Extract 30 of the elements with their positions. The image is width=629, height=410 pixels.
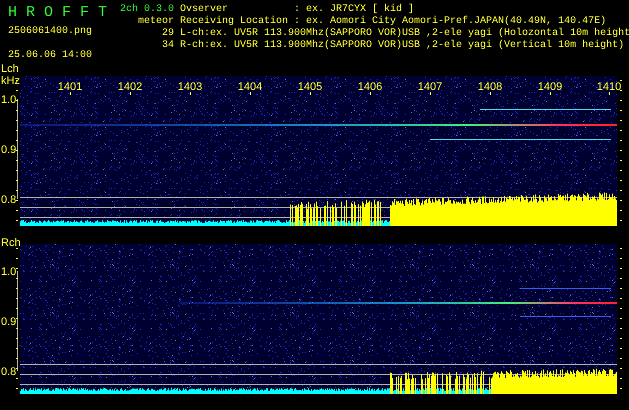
meteor-count: 29 bbox=[162, 28, 174, 40]
time-label: 1404 bbox=[238, 81, 262, 93]
channel-label: Rch bbox=[1, 237, 21, 249]
frequency-label: 1.0 bbox=[1, 266, 16, 278]
date-time: 25.06.06 14:00 bbox=[8, 50, 94, 62]
time-label: 1402 bbox=[118, 81, 142, 93]
info-line: L-ch:ex. UV5R 113.900Mhz(SAPPORO VOR)USB ,2-ele yagi (Holozontal 10m height bbox=[180, 28, 629, 40]
channel-label: Lch bbox=[1, 63, 19, 75]
time-label: 1403 bbox=[178, 81, 202, 93]
version-label: 2ch 0.3.0 bbox=[120, 4, 174, 16]
time-label: 1410 bbox=[596, 81, 622, 93]
frequency-label: 0.9 bbox=[1, 316, 16, 328]
meteor-label: meteor bbox=[138, 16, 174, 28]
file-name: 2506061400.png bbox=[8, 26, 94, 38]
info-line: Ovserver : ex. JR7CYX [ kid ] bbox=[180, 4, 416, 16]
app-title: H R O F F T bbox=[8, 4, 108, 22]
time-label: 1406 bbox=[358, 81, 382, 93]
info-line: R-ch:ex. UV5R 113.900Mhz(SAPPORO VOR)USB ,2-ele yagi (Vertical 10m height) bbox=[180, 40, 626, 52]
frequency-label: 0.9 bbox=[1, 144, 16, 156]
time-label: 1407 bbox=[418, 81, 442, 93]
time-label: 1409 bbox=[538, 81, 562, 93]
frequency-label: 0.8 bbox=[1, 366, 16, 378]
frequency-label: 0.8 bbox=[1, 194, 16, 206]
time-label: 1408 bbox=[478, 81, 502, 93]
meteor-count: 34 bbox=[162, 40, 174, 52]
frequency-label: 1.0 bbox=[1, 94, 16, 106]
unit-label: kHz bbox=[1, 75, 20, 87]
info-line: Receiving Location : ex. Aomori City Aomori-Pref.JAPAN(40.49N, 140.47E) bbox=[180, 16, 608, 28]
time-label: 1401 bbox=[58, 81, 82, 93]
time-label: 1405 bbox=[298, 81, 322, 93]
